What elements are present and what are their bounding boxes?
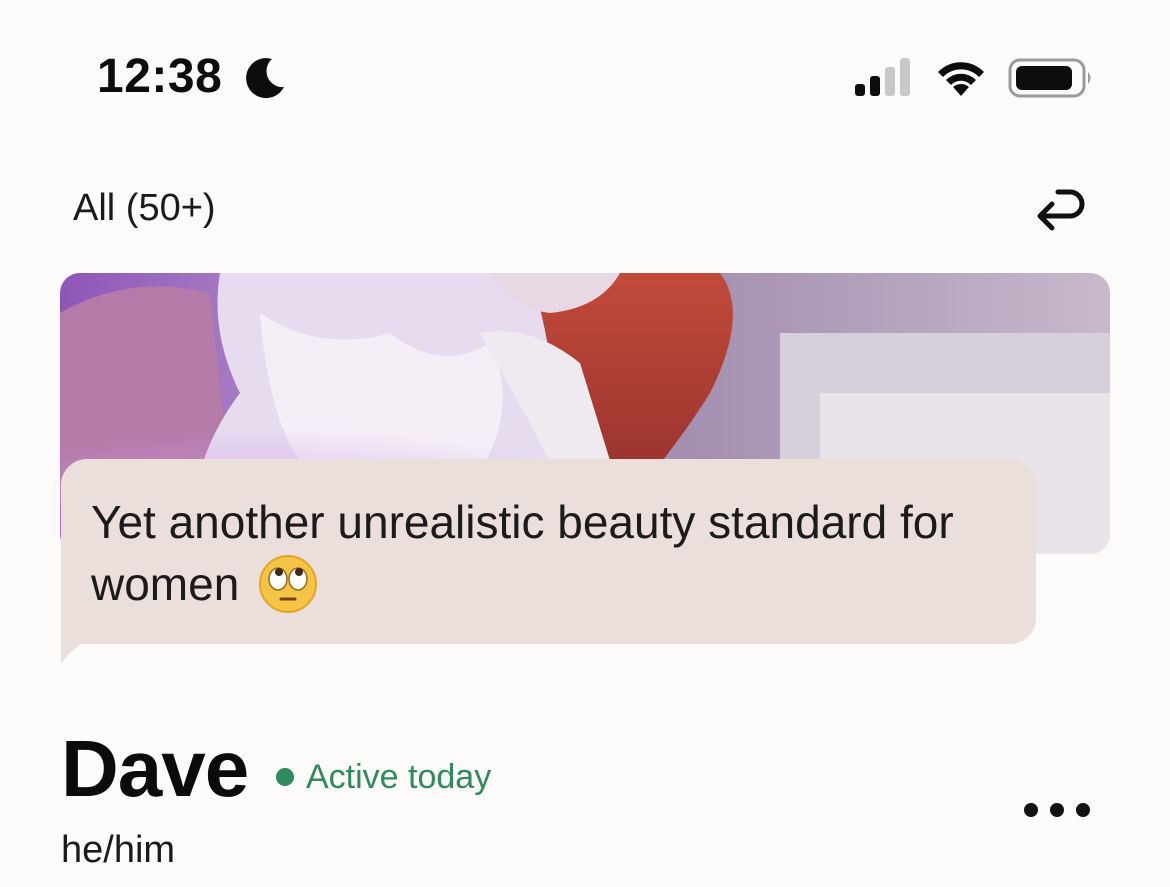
battery-icon bbox=[1008, 58, 1091, 98]
more-dots-icon bbox=[1024, 803, 1038, 817]
more-options-button[interactable] bbox=[1024, 790, 1090, 830]
moon-icon bbox=[246, 58, 284, 99]
pronouns: he/him bbox=[61, 829, 176, 871]
active-status-dot bbox=[276, 768, 294, 786]
comment-text: Yet another unrealistic beauty standard … bbox=[91, 491, 1011, 615]
face-with-rolling-eyes-emoji bbox=[259, 555, 318, 613]
active-status-text: Active today bbox=[306, 758, 492, 796]
undo-arrow-icon bbox=[1037, 189, 1085, 231]
undo-button[interactable] bbox=[1025, 178, 1091, 238]
filter-label[interactable]: All (50+) bbox=[73, 185, 216, 231]
more-dot bbox=[1050, 803, 1064, 817]
cellular-signal-icon bbox=[855, 58, 910, 96]
comment-text-content: Yet another unrealistic beauty standard … bbox=[91, 496, 954, 610]
more-dot bbox=[1076, 803, 1090, 817]
comment-bubble: Yet another unrealistic beauty standard … bbox=[61, 459, 1036, 644]
profile-name: Dave bbox=[61, 724, 249, 813]
wifi-icon bbox=[938, 62, 984, 96]
status-time: 12:38 bbox=[97, 50, 223, 103]
active-status: Active today bbox=[276, 755, 491, 799]
status-bar: 12:38 bbox=[0, 0, 1170, 150]
